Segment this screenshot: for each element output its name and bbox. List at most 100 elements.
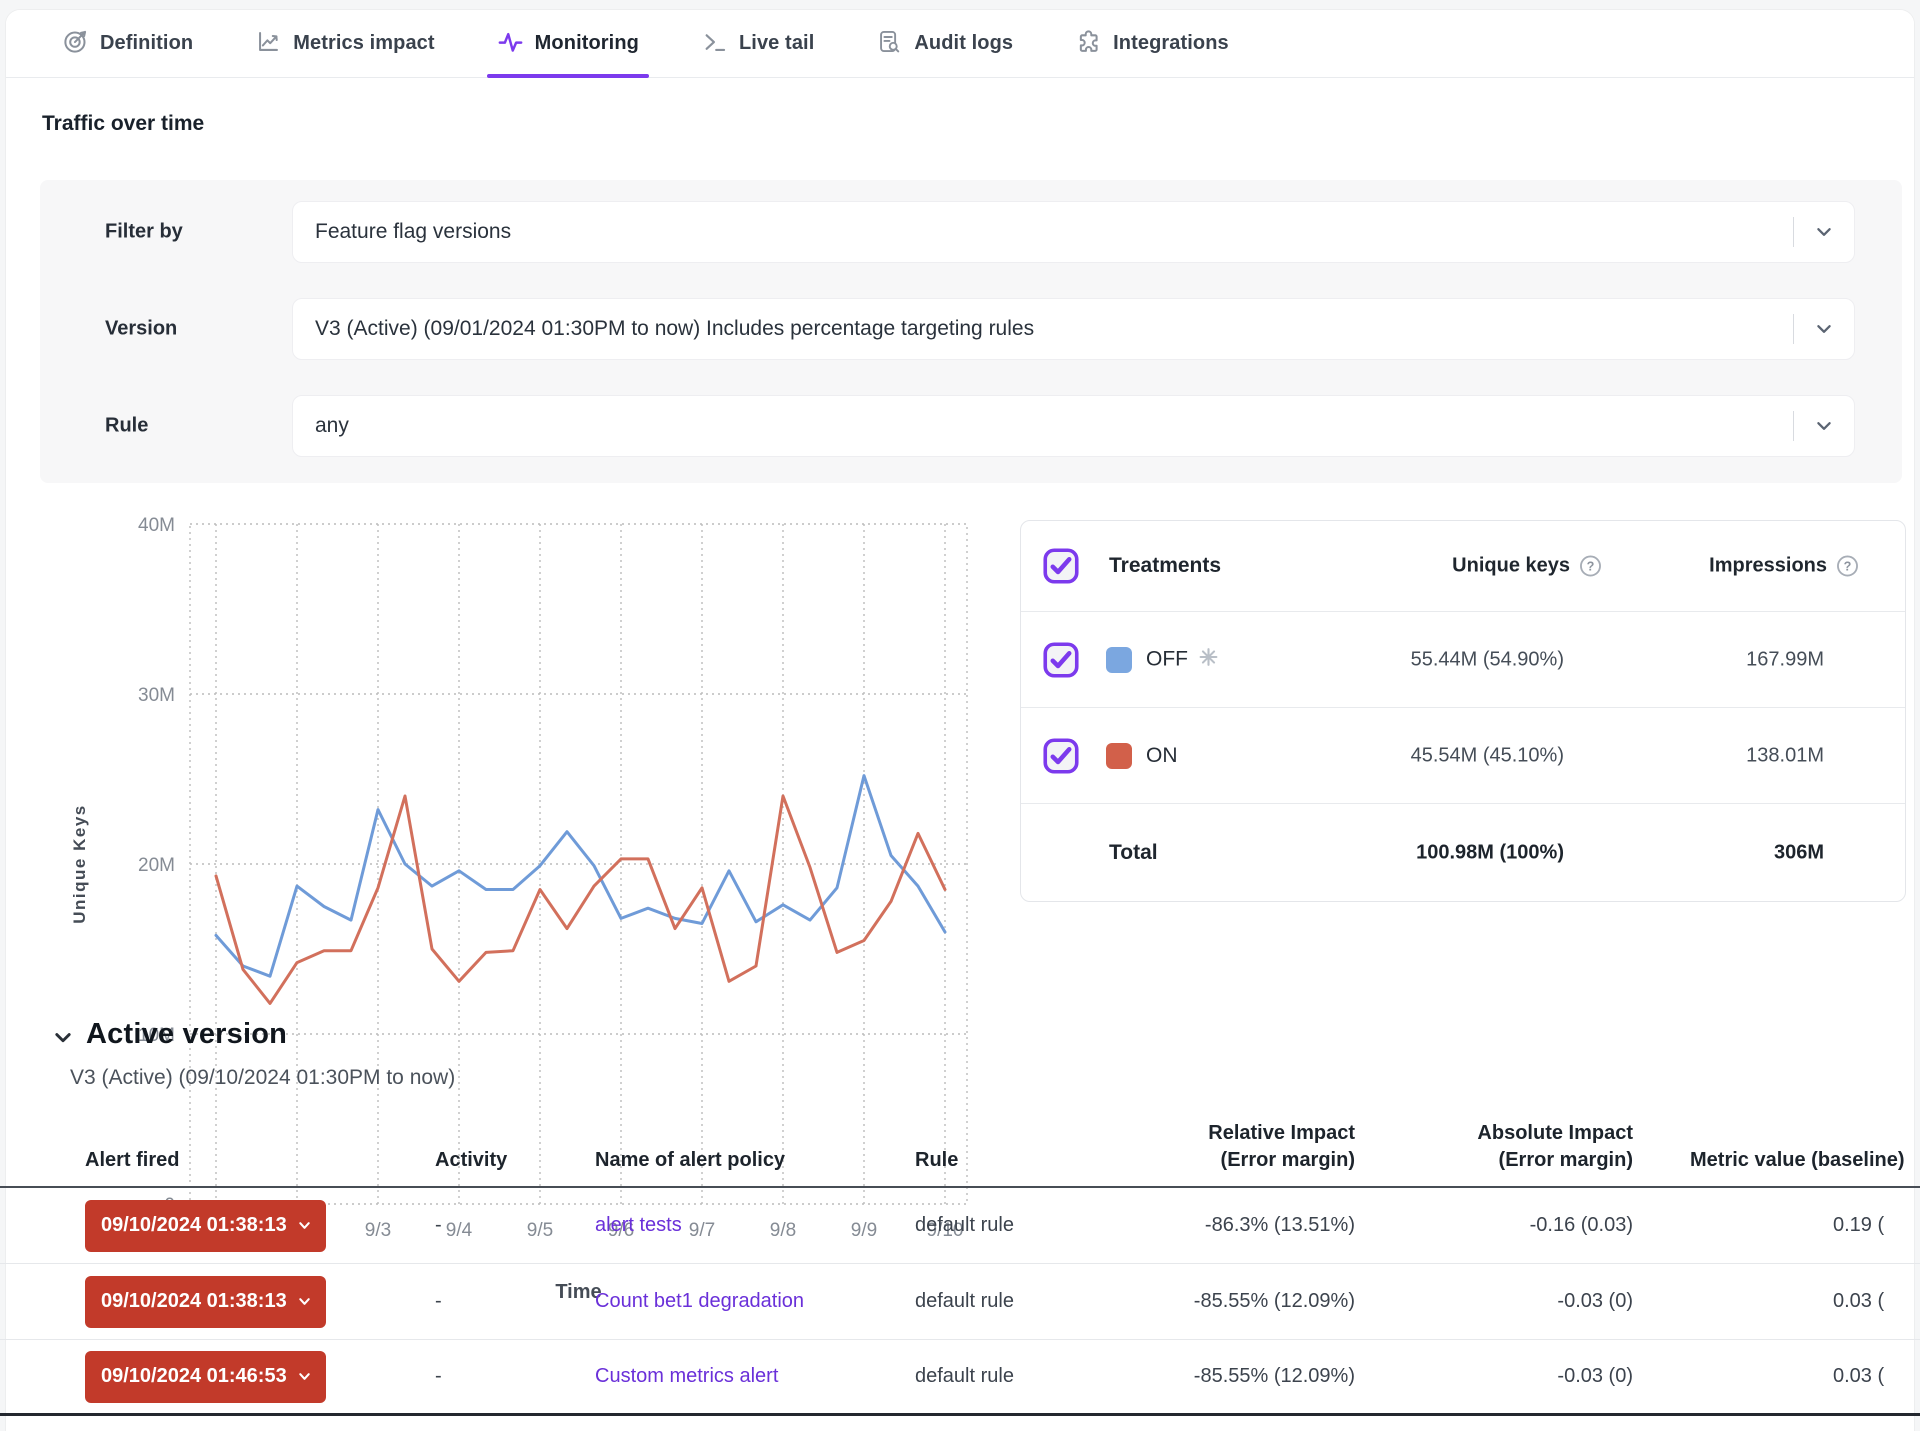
version-select[interactable]: V3 (Active) (09/01/2024 01:30PM to now) … [292,298,1855,360]
svg-text:30M: 30M [138,685,175,706]
tab-integrations[interactable]: Integrations [1075,10,1229,77]
treatments-total-row: Total 100.98M (100%) 306M [1021,804,1905,901]
alert-relative-impact: -85.55% (12.09%) [1150,1365,1355,1388]
alert-row: 09/10/2024 01:38:13 - alert tests defaul… [0,1188,1920,1264]
treatment-name: OFF [1146,646,1219,673]
version-value: V3 (Active) (09/01/2024 01:30PM to now) … [293,317,1793,341]
audit-logs-icon [876,28,903,60]
treatments-rows: OFF 55.44M (54.90%) 167.99M ON 45.54M (4… [1021,612,1905,804]
tab-metrics-impact[interactable]: Metrics impact [255,10,434,77]
impressions-column-header: Impressions ? [1709,555,1859,578]
alert-policy-link[interactable]: Custom metrics alert [595,1365,915,1388]
total-label: Total [1109,841,1158,865]
tab-label: Audit logs [914,32,1013,55]
alert-metric-value: 0.03 ( [1633,1365,1920,1388]
series-swatch [1106,647,1132,673]
filter-row-rule: Rule any [40,395,1902,457]
col-activity: Activity [435,1147,595,1174]
series-swatch [1106,743,1132,769]
alert-relative-impact: -85.55% (12.09%) [1150,1290,1355,1313]
help-icon[interactable]: ? [1836,555,1859,578]
alert-absolute-impact: -0.16 (0.03) [1355,1214,1633,1237]
alert-fired-cell: 09/10/2024 01:38:13 [85,1276,435,1328]
treatment-impressions: 167.99M [1746,648,1824,671]
svg-text:40M: 40M [138,515,175,536]
svg-text:Unique Keys: Unique Keys [70,804,89,923]
pulse-icon [497,28,524,60]
alert-rule: default rule [915,1290,1150,1313]
tab-definition[interactable]: Definition [62,10,193,77]
treatment-checkbox[interactable] [1043,738,1079,774]
alert-absolute-impact: -0.03 (0) [1355,1365,1633,1388]
alert-activity: - [435,1290,595,1313]
col-absolute-impact: Absolute Impact (Error margin) [1355,1120,1633,1174]
col-metric-value: Metric value (baseline) [1633,1147,1920,1174]
chevron-down-icon [52,1027,74,1049]
chevron-down-icon [297,1369,312,1384]
alert-table-body: 09/10/2024 01:38:13 - alert tests defaul… [0,1188,1920,1416]
treatment-row: ON 45.54M (45.10%) 138.01M [1021,708,1905,804]
treatment-name: ON [1146,744,1178,768]
target-icon [62,28,89,60]
rule-label: Rule [105,415,148,438]
rule-select[interactable]: any [292,395,1855,457]
active-version-subtitle: V3 (Active) (09/10/2024 01:30PM to now) [70,1066,455,1090]
tab-label: Metrics impact [293,32,434,55]
tab-live-tail[interactable]: Live tail [701,10,814,77]
alert-fired-cell: 09/10/2024 01:38:13 [85,1200,435,1252]
tab-label: Definition [100,32,193,55]
svg-text:?: ? [1587,560,1595,574]
filter-panel: Filter by Feature flag versions Version … [40,180,1902,483]
total-unique-keys: 100.98M (100%) [1416,841,1564,864]
chevron-down-icon[interactable] [1794,417,1854,435]
chevron-down-icon [297,1218,312,1233]
treatments-panel: Treatments Unique keys ? Impressions ? O… [1020,520,1906,902]
filter-row-filter-by: Filter by Feature flag versions [40,201,1902,263]
default-treatment-icon [1198,646,1219,673]
alert-activity: - [435,1365,595,1388]
alert-activity: - [435,1214,595,1237]
alert-fired-badge[interactable]: 09/10/2024 01:38:13 [85,1200,326,1252]
treatment-row: OFF 55.44M (54.90%) 167.99M [1021,612,1905,708]
treatment-unique-keys: 45.54M (45.10%) [1411,744,1564,767]
total-impressions: 306M [1774,841,1824,864]
rule-value: any [293,414,1793,438]
alert-fired-cell: 09/10/2024 01:46:53 [85,1351,435,1403]
svg-text:?: ? [1844,560,1852,574]
treatments-header: Treatments Unique keys ? Impressions ? [1021,521,1905,612]
unique-keys-column-header: Unique keys ? [1452,555,1602,578]
col-alert-fired: Alert fired [85,1147,435,1174]
chevron-down-icon[interactable] [1794,320,1854,338]
treatment-impressions: 138.01M [1746,744,1824,767]
filter-by-select[interactable]: Feature flag versions [292,201,1855,263]
alert-absolute-impact: -0.03 (0) [1355,1290,1633,1313]
chart-icon [255,28,282,60]
help-icon[interactable]: ? [1579,555,1602,578]
filter-by-label: Filter by [105,221,183,244]
page-title: Traffic over time [42,112,204,136]
alerts-table-header: Alert fired Activity Name of alert polic… [0,1100,1920,1188]
active-version-header[interactable]: Active version [52,1018,287,1051]
version-label: Version [105,318,177,341]
tab-monitoring[interactable]: Monitoring [497,10,639,77]
alert-metric-value: 0.03 ( [1633,1290,1920,1313]
monitoring-page: Definition Metrics impact Monitoring [0,0,1920,1431]
svg-text:20M: 20M [138,855,175,876]
tab-label: Integrations [1113,32,1229,55]
alert-rule: default rule [915,1214,1150,1237]
chevron-down-icon[interactable] [1794,223,1854,241]
alert-policy-link[interactable]: Count bet1 degradation [595,1290,915,1313]
alert-fired-badge[interactable]: 09/10/2024 01:38:13 [85,1276,326,1328]
tab-audit-logs[interactable]: Audit logs [876,10,1013,77]
alert-policy-link[interactable]: alert tests [595,1214,915,1237]
treatment-checkbox[interactable] [1043,642,1079,678]
alerts-table: Alert fired Activity Name of alert polic… [0,1100,1920,1416]
alert-row: 09/10/2024 01:46:53 - Custom metrics ale… [0,1340,1920,1416]
alert-fired-badge[interactable]: 09/10/2024 01:46:53 [85,1351,326,1403]
select-all-checkbox[interactable] [1043,548,1079,584]
col-rule: Rule [915,1147,1150,1174]
treatments-column-header: Treatments [1109,554,1221,578]
col-policy: Name of alert policy [595,1147,915,1174]
alert-rule: default rule [915,1365,1150,1388]
terminal-icon [701,28,728,60]
